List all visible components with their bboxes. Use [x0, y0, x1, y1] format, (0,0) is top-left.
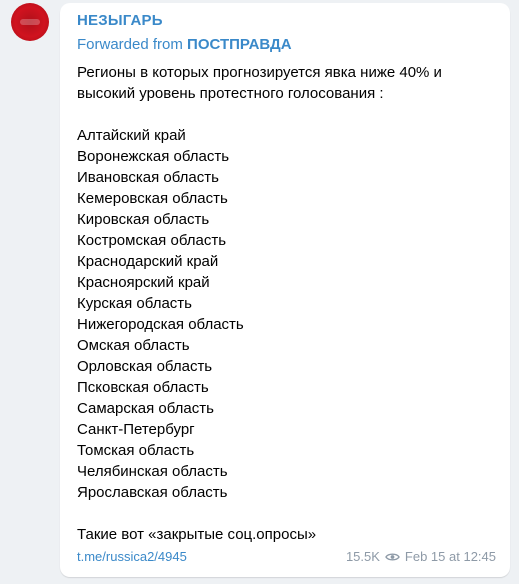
timestamp[interactable]: Feb 15 at 12:45	[405, 549, 496, 564]
message-closing: Такие вот «закрытые соц.опросы»	[77, 526, 317, 543]
region-item: Орловская область	[77, 358, 213, 375]
region-item: Воронежская область	[77, 148, 230, 165]
channel-avatar[interactable]	[11, 3, 49, 41]
view-count: 15.5K	[345, 549, 380, 564]
avatar-logo	[20, 19, 40, 25]
region-item: Самарская область	[77, 400, 214, 417]
region-item: Красноярский край	[77, 274, 210, 291]
channel-name[interactable]: НЕЗЫГАРЬ	[77, 12, 163, 29]
region-item: Нижегородская область	[77, 316, 244, 333]
region-item: Костромская область	[77, 232, 227, 249]
region-item: Псковская область	[77, 379, 209, 396]
region-item: Алтайский край	[77, 127, 186, 144]
forwarded-prefix: Forwarded from	[77, 36, 183, 53]
region-item: Ивановская область	[77, 169, 219, 186]
eye-icon	[385, 553, 400, 560]
forwarded-header: Forwarded from ПОСТПРАВДА	[77, 36, 292, 53]
message-intro: Регионы в которых прогнозируется явка ни…	[77, 64, 442, 102]
region-list: Алтайский край Воронежская область Ивано…	[77, 125, 497, 503]
region-item: Курская область	[77, 295, 192, 312]
forwarded-source-link[interactable]: ПОСТПРАВДА	[187, 36, 292, 53]
region-item: Кировская область	[77, 211, 210, 228]
region-item: Ярославская область	[77, 484, 228, 501]
region-item: Краснодарский край	[77, 253, 219, 270]
message-meta: 15.5K Feb 15 at 12:45	[346, 549, 496, 564]
region-item: Омская область	[77, 337, 190, 354]
post-link[interactable]: t.me/russica2/4945	[77, 549, 187, 564]
region-item: Челябинская область	[77, 463, 228, 480]
region-item: Санкт-Петербург	[77, 421, 195, 438]
message-bubble: НЕЗЫГАРЬ Forwarded from ПОСТПРАВДА Регио…	[60, 3, 510, 577]
region-item: Кемеровская область	[77, 190, 228, 207]
message-text: Регионы в которых прогнозируется явка ни…	[77, 62, 497, 545]
region-item: Томская область	[77, 442, 195, 459]
